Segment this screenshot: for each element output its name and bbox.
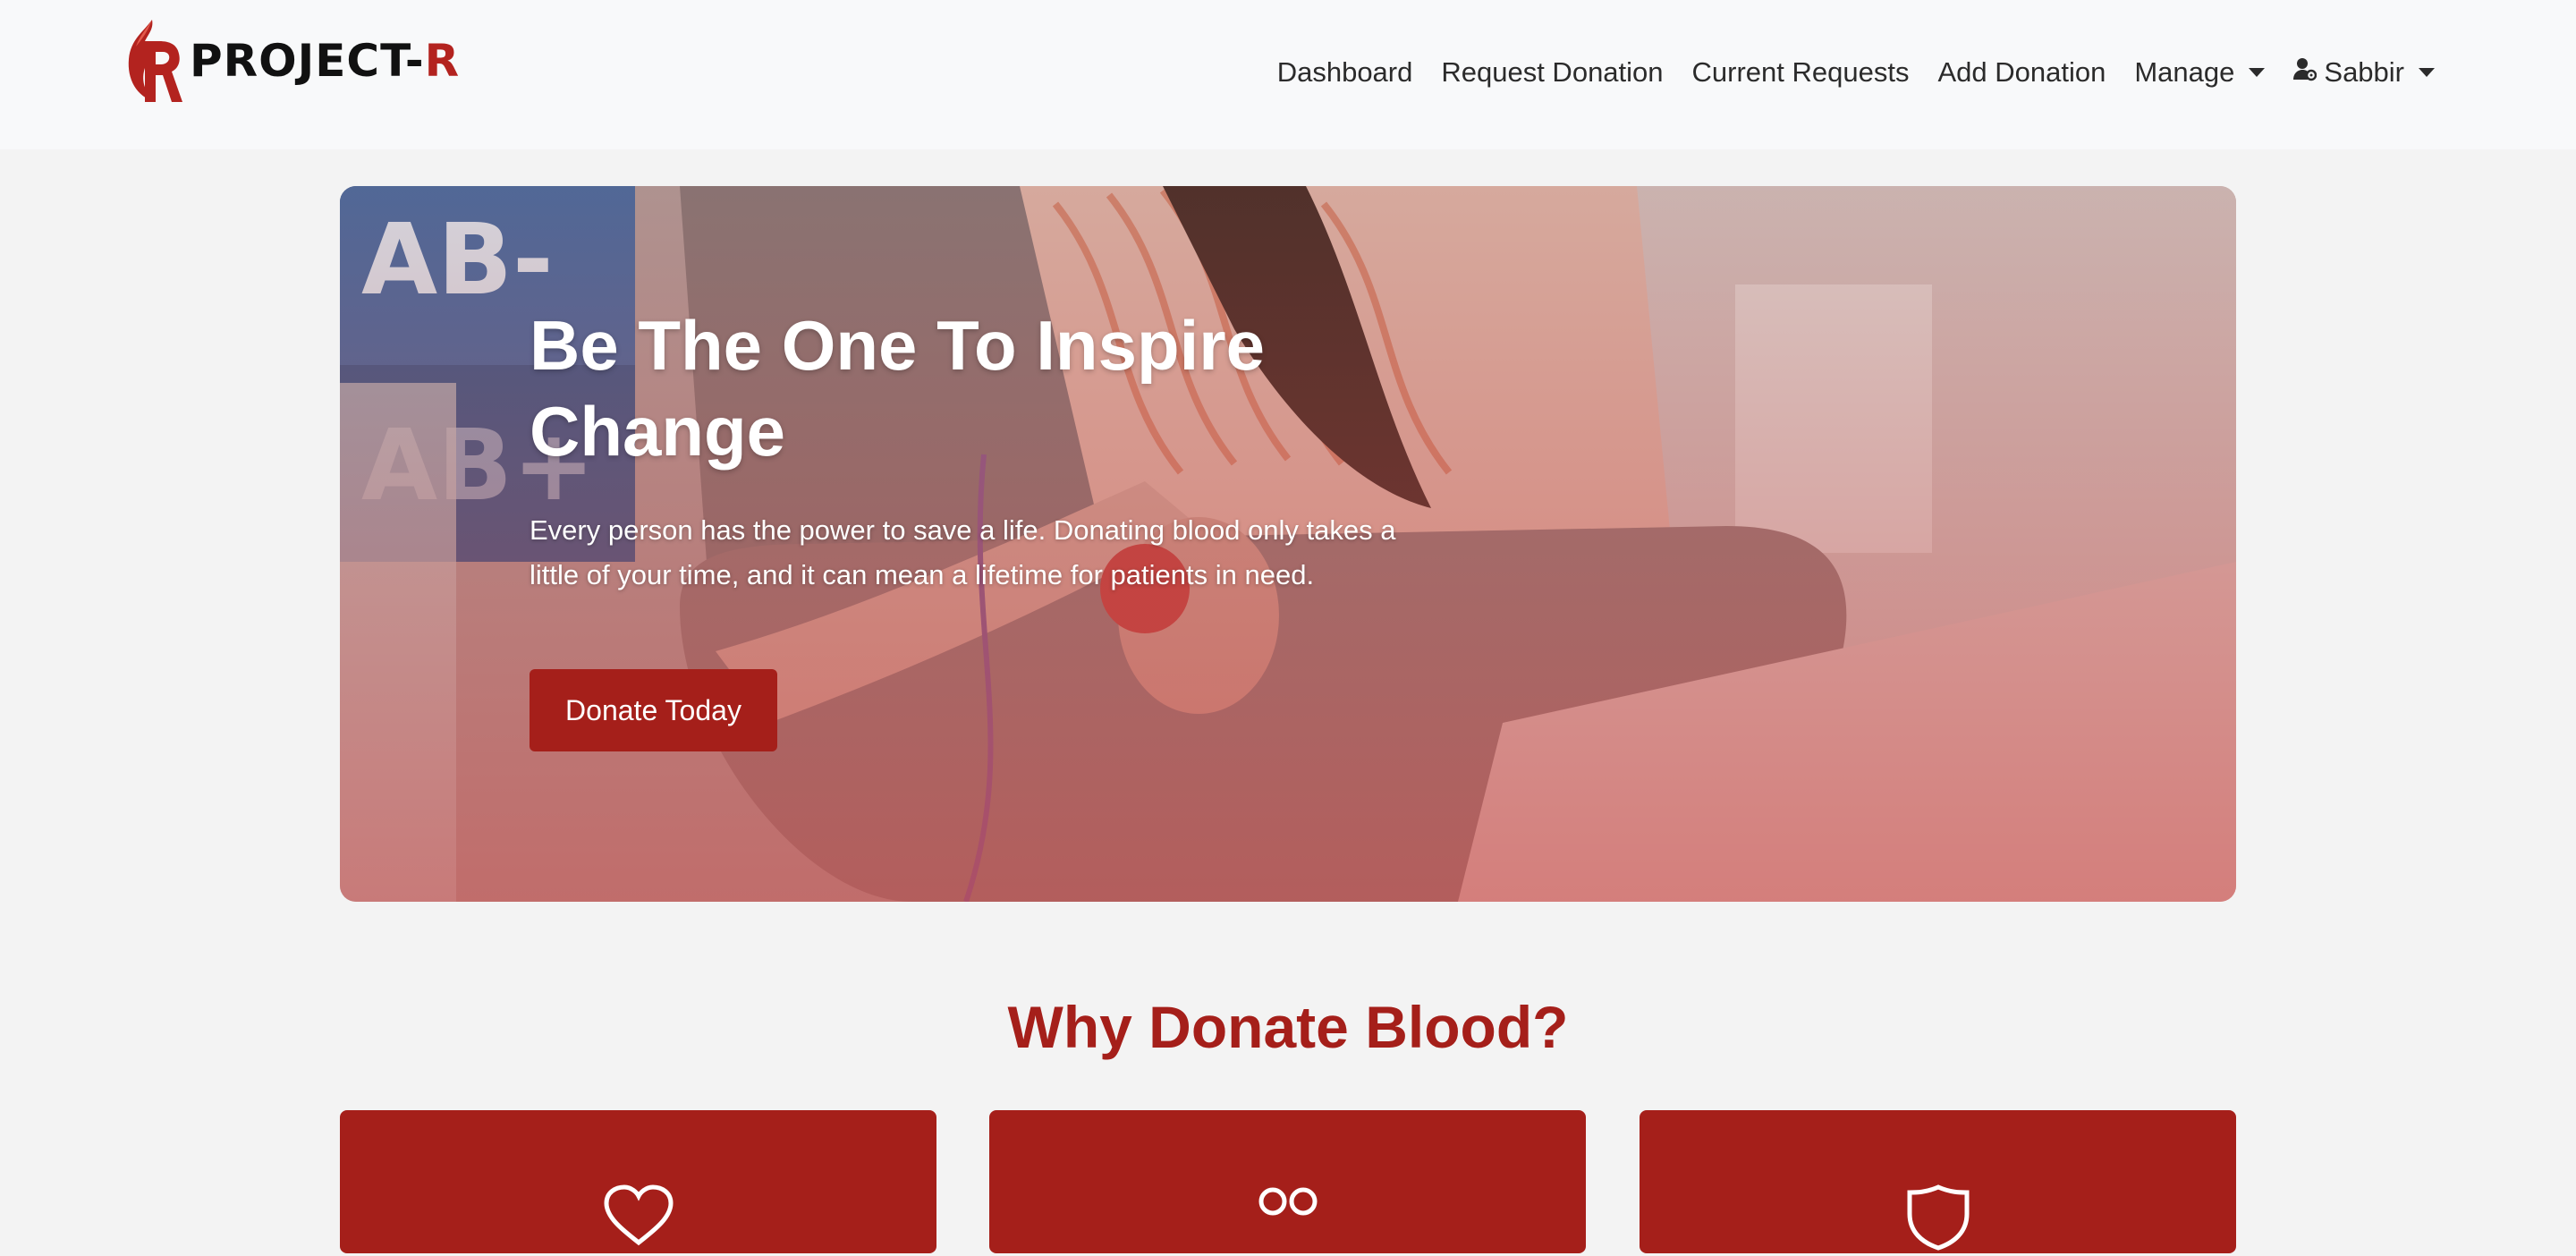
brand-name: PROJECT-R: [190, 35, 461, 87]
project-r-logo-icon: [128, 20, 182, 102]
hero-banner: AB- AB+ Be The One To InspireChange Ever…: [340, 186, 2236, 902]
why-donate-title: Why Donate Blood?: [1007, 994, 1569, 1060]
nav-request-donation[interactable]: Request Donation: [1427, 56, 1677, 89]
chevron-down-icon: [2249, 68, 2266, 77]
why-card-heart: [340, 1110, 936, 1253]
donate-today-button[interactable]: Donate Today: [530, 669, 777, 751]
why-card-people: [989, 1110, 1586, 1253]
shield-icon: [1904, 1184, 1972, 1256]
why-card-shield: [1640, 1110, 2236, 1253]
navbar: PROJECT-R Dashboard Request Donation Cur…: [0, 0, 2576, 149]
nav-manage-dropdown[interactable]: Manage: [2120, 56, 2279, 89]
people-icon: [1257, 1184, 1319, 1224]
nav-links: Dashboard Request Donation Current Reque…: [1263, 47, 2449, 98]
brand-link[interactable]: PROJECT-R: [120, 16, 460, 106]
hero-title: Be The One To Inspire Change: [530, 306, 1266, 471]
nav-current-requests[interactable]: Current Requests: [1678, 56, 1924, 89]
heart-icon: [601, 1184, 676, 1251]
nav-user-dropdown[interactable]: Sabbir: [2279, 56, 2449, 89]
nav-dashboard[interactable]: Dashboard: [1263, 56, 1428, 89]
hero-text: Every person has the power to save a lif…: [530, 514, 1396, 590]
user-gear-icon: [2293, 56, 2318, 89]
chevron-down-icon: [2419, 68, 2435, 77]
nav-add-donation[interactable]: Add Donation: [1923, 56, 2120, 89]
hero-content: Be The One To Inspire Change Every person…: [530, 302, 1513, 598]
